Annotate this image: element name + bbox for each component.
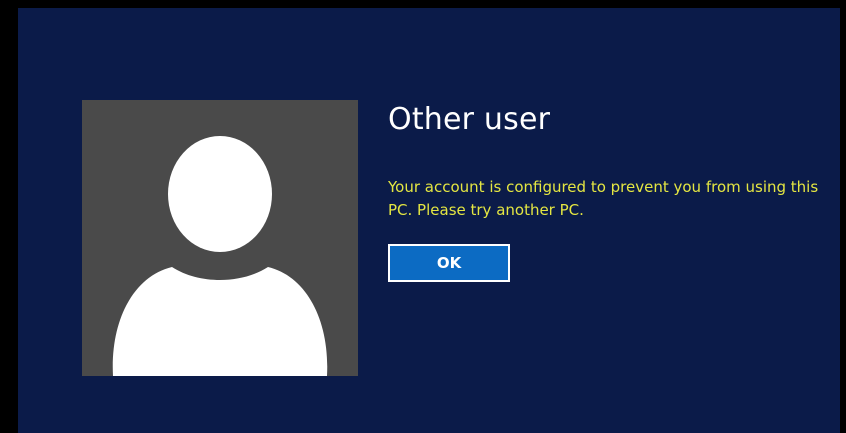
lock-screen: Other user Your account is configured to… [0,0,846,433]
login-panel: Other user Your account is configured to… [18,8,840,433]
user-name: Other user [388,102,551,137]
default-user-avatar-icon [112,136,328,376]
ok-button[interactable]: OK [388,244,510,282]
account-blocked-message: Your account is configured to prevent yo… [388,178,819,219]
user-avatar [82,100,358,376]
